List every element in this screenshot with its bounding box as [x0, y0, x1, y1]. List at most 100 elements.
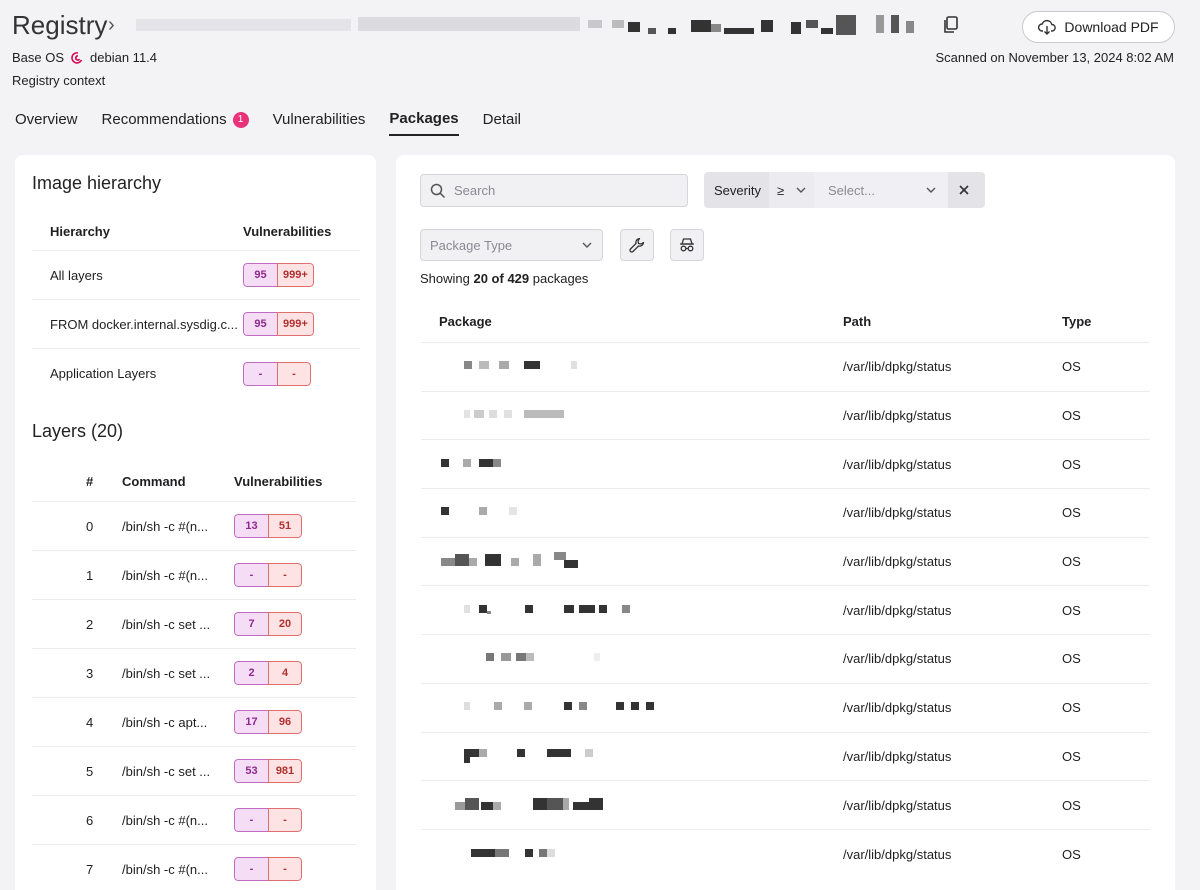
- table-header: Package Path Type: [421, 300, 1150, 343]
- col-num: #: [86, 474, 94, 489]
- tab-overview[interactable]: Overview: [15, 110, 78, 136]
- base-os-label: Base OS: [12, 50, 65, 65]
- table-row[interactable]: 7/bin/sh -c #(n... - -: [32, 845, 356, 890]
- table-row[interactable]: /var/lib/dpkg/status OS: [421, 392, 1150, 441]
- clear-severity-button[interactable]: [948, 185, 980, 195]
- table-row[interactable]: /var/lib/dpkg/status OS: [421, 440, 1150, 490]
- vuln-count-a: 53: [234, 759, 268, 783]
- layer-command: /bin/sh -c set ...: [122, 616, 211, 632]
- package-type: OS: [1062, 456, 1081, 472]
- vuln-count-b: -: [268, 857, 302, 881]
- packages-panel: Severity ≥ Select... Package Type Showin…: [396, 155, 1175, 890]
- vuln-count-b: -: [268, 808, 302, 832]
- copy-icon[interactable]: [940, 14, 962, 36]
- spy-icon: [680, 238, 694, 252]
- image-hierarchy-table: Hierarchy Vulnerabilities All layers 95 9…: [32, 213, 360, 398]
- table-row[interactable]: 3/bin/sh -c set ... 2 4: [32, 649, 356, 698]
- package-type-select[interactable]: Package Type: [420, 229, 603, 261]
- redacted-package-name: [464, 410, 564, 419]
- layer-command: /bin/sh -c apt...: [122, 714, 208, 730]
- left-panel: Image hierarchy Hierarchy Vulnerabilitie…: [15, 155, 376, 890]
- severity-operator-select[interactable]: ≥: [768, 172, 814, 208]
- tab-vulnerabilities[interactable]: Vulnerabilities: [273, 110, 366, 136]
- debian-logo-icon: [71, 51, 83, 64]
- table-row[interactable]: 1/bin/sh -c #(n... - -: [32, 551, 356, 600]
- severity-select[interactable]: Select...: [813, 172, 948, 208]
- page-title[interactable]: Registry: [12, 10, 107, 41]
- vuln-count-b: 51: [268, 514, 302, 538]
- package-path: /var/lib/dpkg/status: [843, 554, 952, 570]
- base-os: Base OS debian 11.4: [12, 50, 157, 65]
- base-os-value: debian 11.4: [90, 50, 158, 65]
- table-row[interactable]: All layers 95 999+: [32, 251, 360, 300]
- package-type: OS: [1062, 505, 1081, 521]
- chevron-right-icon: ›: [108, 14, 115, 36]
- col-vulnerabilities: Vulnerabilities: [234, 474, 323, 489]
- table-header: Hierarchy Vulnerabilities: [32, 213, 360, 251]
- table-row[interactable]: /var/lib/dpkg/status OS: [421, 538, 1150, 587]
- table-row[interactable]: 2/bin/sh -c set ... 7 20: [32, 600, 356, 649]
- packages-table: Package Path Type /var/lib/dpkg/status O…: [421, 300, 1150, 879]
- table-row[interactable]: FROM docker.internal.sysdig.c... 95 999+: [32, 300, 360, 349]
- fixable-filter-button[interactable]: [620, 229, 654, 261]
- vuln-pill: 95 999+: [243, 263, 314, 287]
- redacted-package-name: [464, 361, 577, 370]
- layer-num: 7: [86, 861, 94, 877]
- tab-packages[interactable]: Packages: [389, 110, 459, 136]
- layer-num: 0: [86, 518, 94, 534]
- table-row[interactable]: /var/lib/dpkg/status OS: [421, 343, 1150, 392]
- table-header: # Command Vulnerabilities: [32, 462, 356, 502]
- vuln-count-b: -: [268, 563, 302, 587]
- close-icon: [959, 185, 969, 195]
- package-path: /var/lib/dpkg/status: [843, 456, 952, 472]
- package-type: OS: [1062, 797, 1081, 813]
- exploit-filter-button[interactable]: [670, 229, 704, 261]
- table-row[interactable]: 6/bin/sh -c #(n... - -: [32, 796, 356, 845]
- tab-detail[interactable]: Detail: [483, 110, 521, 136]
- redacted-package-name: [441, 507, 517, 516]
- registry-context: Registry context: [12, 73, 106, 88]
- tab-bar: Overview Recommendations 1 Vulnerabilitie…: [15, 110, 521, 136]
- table-row[interactable]: /var/lib/dpkg/status OS: [421, 586, 1150, 636]
- redacted-package-name: [455, 797, 603, 810]
- search-input[interactable]: [454, 183, 674, 198]
- package-path: /var/lib/dpkg/status: [843, 408, 952, 424]
- package-path: /var/lib/dpkg/status: [843, 748, 952, 764]
- vuln-pill: 13 51: [234, 514, 302, 538]
- redacted-package-name: [486, 653, 600, 662]
- package-type: OS: [1062, 700, 1081, 716]
- tab-label: Overview: [15, 111, 78, 128]
- table-row[interactable]: 0/bin/sh -c #(n... 13 51: [32, 502, 356, 551]
- vuln-count-b: 96: [268, 710, 302, 734]
- table-row[interactable]: 4/bin/sh -c apt... 17 96: [32, 698, 356, 747]
- vuln-pill: 17 96: [234, 710, 302, 734]
- table-row[interactable]: /var/lib/dpkg/status OS: [421, 635, 1150, 684]
- layer-num: 4: [86, 714, 94, 730]
- package-type: OS: [1062, 554, 1081, 570]
- vuln-count-a: 2: [234, 661, 268, 685]
- tab-recommendations[interactable]: Recommendations 1: [102, 110, 249, 136]
- table-row[interactable]: /var/lib/dpkg/status OS: [421, 684, 1150, 733]
- severity-placeholder: Select...: [827, 182, 875, 198]
- table-row[interactable]: /var/lib/dpkg/status OS: [421, 733, 1150, 782]
- table-row[interactable]: /var/lib/dpkg/status OS: [421, 830, 1150, 879]
- chevron-down-icon: [582, 242, 592, 248]
- col-path: Path: [843, 313, 872, 329]
- col-type: Type: [1062, 313, 1092, 329]
- table-row[interactable]: Application Layers --: [32, 349, 360, 398]
- col-package: Package: [439, 313, 492, 329]
- redacted-package-name: [464, 702, 654, 711]
- table-row[interactable]: 5/bin/sh -c set ... 53 981: [32, 747, 356, 796]
- download-pdf-button[interactable]: Download PDF: [1022, 11, 1175, 43]
- vuln-count-a: 13: [234, 514, 268, 538]
- hierarchy-name: All layers: [50, 267, 103, 283]
- recommendations-count-badge: 1: [232, 111, 249, 128]
- package-type: OS: [1062, 748, 1081, 764]
- results-count: Showing 20 of 429 packages: [420, 271, 588, 286]
- search-box[interactable]: [420, 174, 688, 207]
- vuln-count-a: -: [243, 361, 277, 386]
- download-pdf-label: Download PDF: [1064, 19, 1159, 35]
- tab-label: Vulnerabilities: [272, 111, 366, 128]
- table-row[interactable]: /var/lib/dpkg/status OS: [421, 489, 1150, 538]
- table-row[interactable]: /var/lib/dpkg/status OS: [421, 781, 1150, 830]
